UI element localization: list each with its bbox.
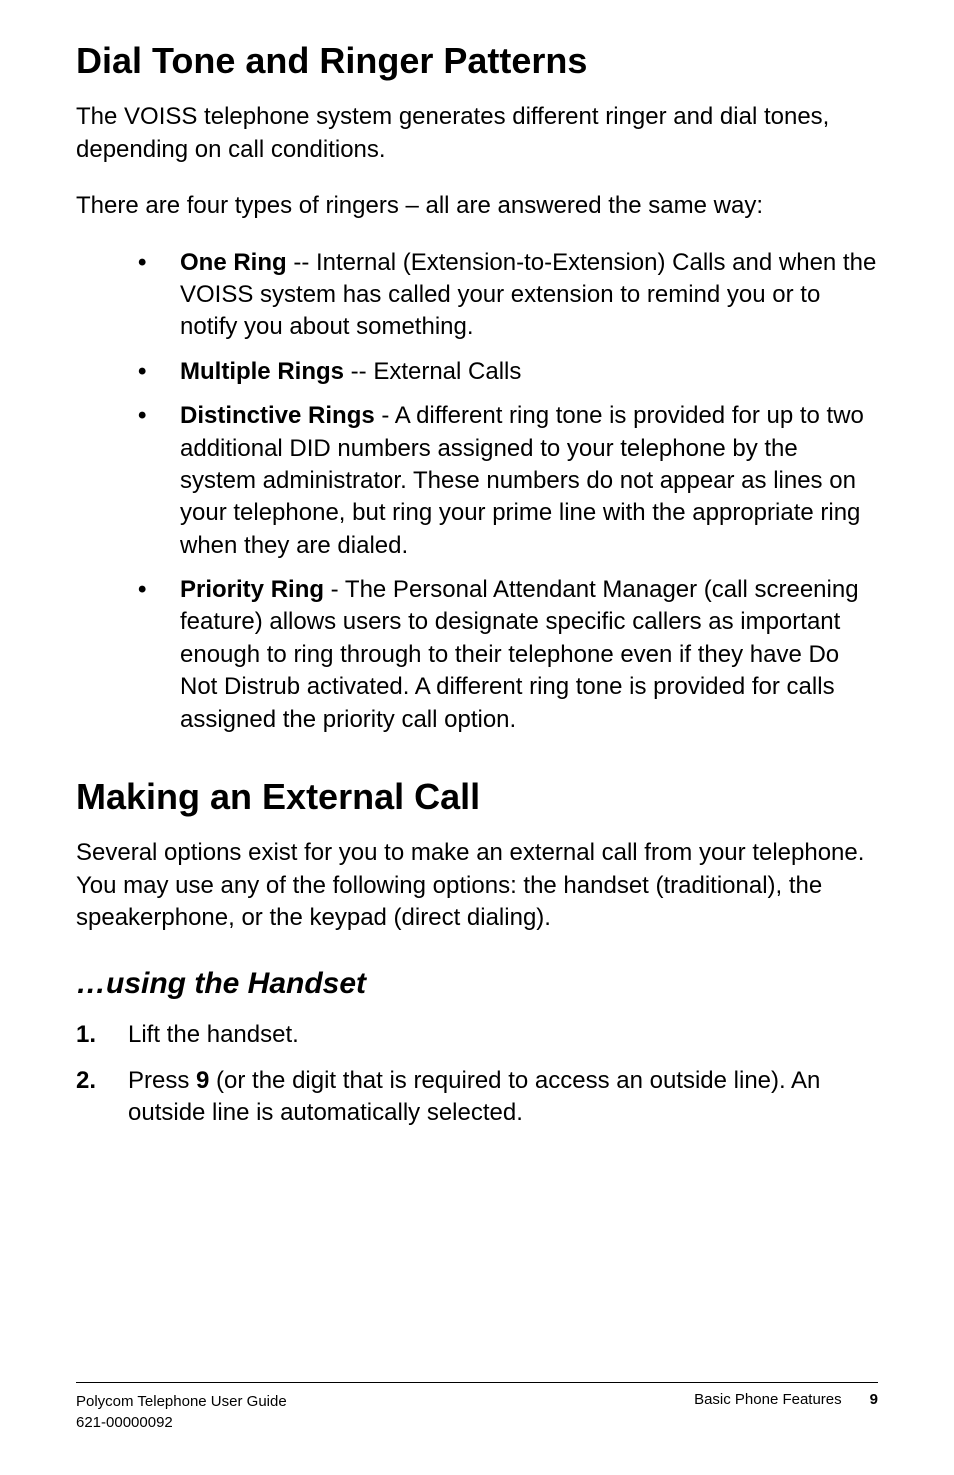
subheading-handset: …using the Handset (76, 967, 878, 1001)
types-intro-paragraph: There are four types of ringers – all ar… (76, 190, 878, 222)
bullet-label: One Ring (180, 249, 287, 276)
list-item: 1. Lift the handset. (76, 1019, 878, 1051)
list-item: 2. Press 9 (or the digit that is require… (76, 1065, 878, 1130)
step-number: 2. (76, 1065, 128, 1130)
intro-paragraph-2: Several options exist for you to make an… (76, 837, 878, 934)
section-title-dial-tone: Dial Tone and Ringer Patterns (76, 40, 878, 81)
footer-guide-title: Polycom Telephone User Guide (76, 1391, 287, 1412)
footer-right: Basic Phone Features 9 (694, 1391, 878, 1433)
list-item: One Ring -- Internal (Extension-to-Exten… (138, 247, 878, 344)
section-title-external-call: Making an External Call (76, 776, 878, 817)
step-text: Press 9 (or the digit that is required t… (128, 1065, 878, 1130)
intro-paragraph-1: The VOISS telephone system generates dif… (76, 101, 878, 166)
footer-row: Polycom Telephone User Guide 621-0000009… (76, 1391, 878, 1433)
footer-doc-number: 621-00000092 (76, 1412, 287, 1433)
bullet-label: Distinctive Rings (180, 402, 375, 429)
handset-steps-list: 1. Lift the handset. 2. Press 9 (or the … (76, 1019, 878, 1130)
step-number: 1. (76, 1019, 128, 1051)
ringer-types-list: One Ring -- Internal (Extension-to-Exten… (76, 247, 878, 736)
footer-section-label: Basic Phone Features (694, 1391, 842, 1408)
bullet-label: Multiple Rings (180, 358, 344, 385)
page-footer: Polycom Telephone User Guide 621-0000009… (76, 1382, 878, 1433)
bullet-desc: -- External Calls (344, 358, 521, 385)
list-item: Priority Ring - The Personal Attendant M… (138, 574, 878, 736)
list-item: Multiple Rings -- External Calls (138, 356, 878, 388)
bullet-label: Priority Ring (180, 576, 324, 603)
list-item: Distinctive Rings - A different ring ton… (138, 400, 878, 562)
footer-left: Polycom Telephone User Guide 621-0000009… (76, 1391, 287, 1433)
step-text: Lift the handset. (128, 1019, 878, 1051)
footer-divider (76, 1382, 878, 1383)
footer-page-number: 9 (870, 1391, 878, 1408)
